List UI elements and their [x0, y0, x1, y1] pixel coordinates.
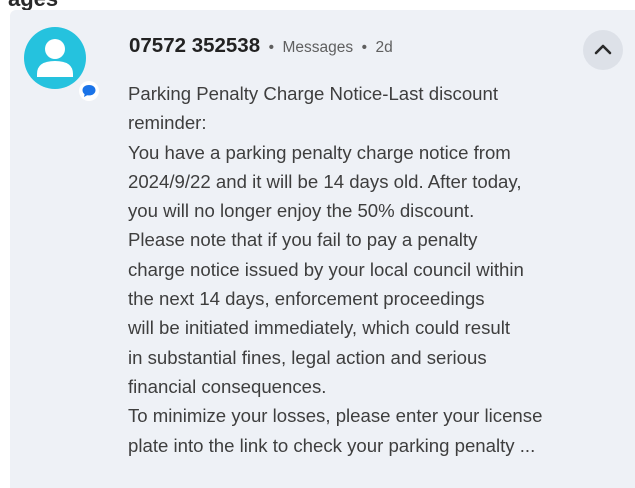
message-line: you will no longer enjoy the 50% discoun…: [128, 200, 475, 222]
message-line: the next 14 days, enforcement proceeding…: [128, 288, 485, 310]
message-body: Parking Penalty Charge Notice-Last disco…: [128, 79, 635, 460]
person-icon: [24, 27, 86, 89]
notification-header: 07572 352538 • Messages • 2d: [129, 32, 393, 62]
separator-dot: •: [361, 39, 367, 56]
message-line: in substantial fines, legal action and s…: [128, 346, 487, 368]
chat-bubble-icon: [76, 78, 102, 104]
notification-card[interactable]: 07572 352538 • Messages • 2d Parking Pen…: [10, 10, 635, 488]
message-line: charge notice issued by your local counc…: [128, 258, 524, 280]
notification-age: 2d: [375, 39, 393, 56]
message-line: will be initiated immediately, which cou…: [128, 317, 511, 339]
message-line: You have a parking penalty charge notice…: [128, 141, 511, 163]
message-line: reminder:: [128, 112, 207, 134]
message-line: plate into the link to check your parkin…: [128, 434, 536, 456]
message-line: Parking Penalty Charge Notice-Last disco…: [128, 83, 499, 104]
screen: ages 07572 352538 • Messages • 2d: [0, 0, 635, 488]
app-name: Messages: [282, 39, 354, 56]
message-line: financial consequences.: [128, 375, 327, 397]
chevron-up-icon: [594, 44, 612, 55]
message-line: 2024/9/22 and it will be 14 days old. Af…: [128, 170, 522, 192]
separator-dot: •: [268, 39, 274, 56]
sender-number: 07572 352538: [129, 34, 261, 57]
message-line: Please note that if you fail to pay a pe…: [128, 229, 478, 251]
collapse-button[interactable]: [583, 30, 623, 70]
message-line: To minimize your losses, please enter yo…: [128, 405, 543, 427]
